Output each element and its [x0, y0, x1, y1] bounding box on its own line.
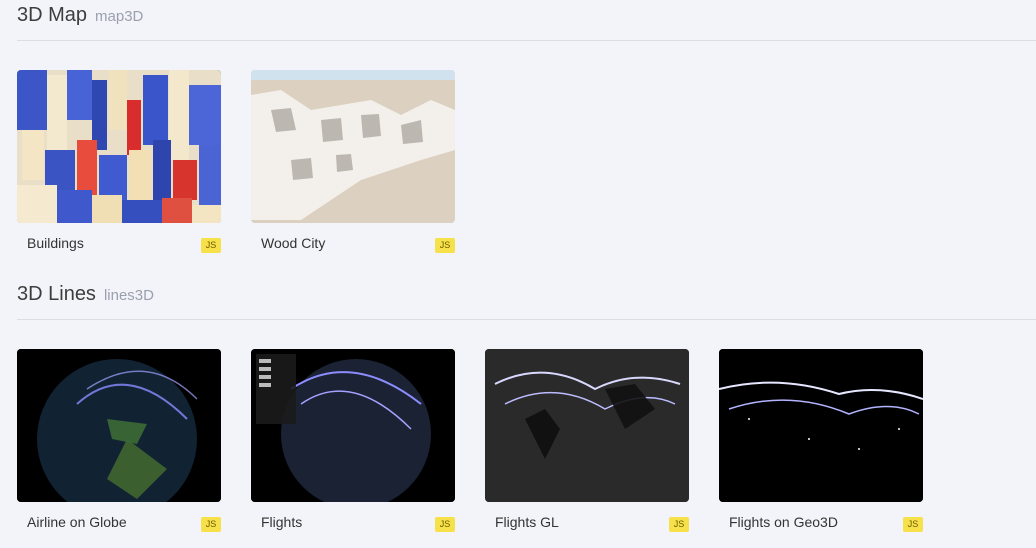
card-title[interactable]: Flights GL	[495, 514, 559, 530]
js-badge: JS	[435, 238, 455, 253]
js-badge: JS	[435, 517, 455, 532]
card-title[interactable]: Flights on Geo3D	[729, 514, 838, 530]
section-subtitle: lines3D	[103, 287, 154, 304]
flights-gl-thumbnail[interactable]	[485, 349, 689, 502]
js-badge: JS	[669, 517, 689, 532]
example-card-flights-on-geo3d[interactable]: Flights on Geo3D JS	[719, 349, 923, 539]
wood-city-thumbnail[interactable]	[251, 70, 455, 223]
section-header-lines3d: 3D Lines lines3D	[17, 279, 1036, 320]
js-badge: JS	[201, 517, 221, 532]
section-title: 3D Lines lines3D	[17, 283, 154, 305]
flights-thumbnail[interactable]	[251, 349, 455, 502]
card-title[interactable]: Flights	[261, 514, 302, 530]
card-title[interactable]: Wood City	[261, 235, 325, 251]
buildings-thumbnail[interactable]	[17, 70, 221, 223]
js-badge: JS	[201, 238, 221, 253]
example-card-wood-city[interactable]: Wood City JS	[251, 70, 455, 260]
example-card-flights[interactable]: Flights JS	[251, 349, 455, 539]
section-title: 3D Map map3D	[17, 4, 144, 26]
flights-geo3d-thumbnail[interactable]	[719, 349, 923, 502]
example-card-buildings[interactable]: Buildings JS	[17, 70, 221, 260]
airline-globe-thumbnail[interactable]	[17, 349, 221, 502]
section-header-map3d: 3D Map map3D	[17, 0, 1036, 41]
js-badge: JS	[903, 517, 923, 532]
card-title[interactable]: Buildings	[27, 235, 84, 251]
section-subtitle: map3D	[95, 8, 144, 25]
card-title[interactable]: Airline on Globe	[27, 514, 127, 530]
example-card-airline-on-globe[interactable]: Airline on Globe JS	[17, 349, 221, 539]
example-card-flights-gl[interactable]: Flights GL JS	[485, 349, 689, 539]
